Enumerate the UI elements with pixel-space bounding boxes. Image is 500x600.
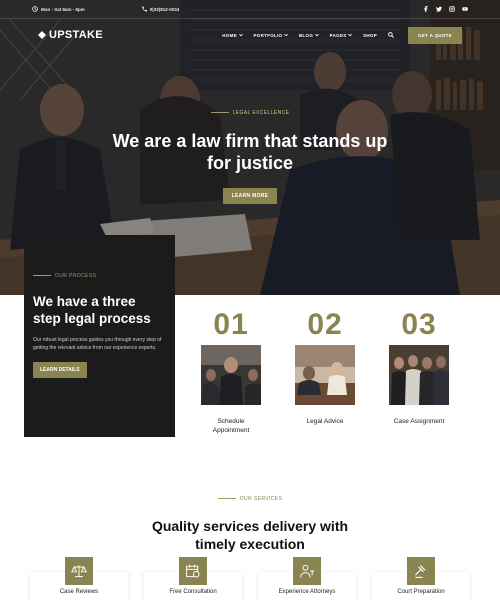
calendar-clock-icon: [179, 557, 207, 585]
service-label: Free Consultation: [169, 589, 217, 595]
hero-title: We are a law firm that stands up for jus…: [112, 131, 388, 173]
nav-item-home[interactable]: HOME: [222, 32, 243, 38]
hero-eyebrow-text: LEGAL EXCELLENCE: [232, 109, 290, 116]
nav-item-label: HOME: [222, 32, 237, 38]
services-eyebrow-text: OUR SERVICES: [239, 495, 283, 502]
nav-item-blog[interactable]: BLOG: [299, 33, 319, 38]
facebook-icon[interactable]: [423, 6, 429, 12]
step-number: 03: [401, 308, 437, 341]
process-title: We have a three step legal process: [33, 294, 151, 326]
service-card-experience-attorneys[interactable]: Experience Attorneys: [258, 557, 356, 600]
site-logo[interactable]: UPSTAKE: [38, 29, 103, 41]
instagram-icon[interactable]: [449, 6, 455, 12]
process-steps: 01 Schedule Appointment 02 Legal Advice …: [190, 310, 490, 440]
nav-item-portfolio[interactable]: PORTFOLIO: [254, 33, 288, 38]
step-number: 02: [307, 308, 343, 341]
logo-diamond-icon: [38, 31, 46, 39]
service-card-court-preparation[interactable]: Court Preparation: [372, 557, 470, 600]
step-3: 03 Case Assignment: [389, 310, 449, 426]
step-2: 02 Legal Advice: [295, 310, 355, 426]
nav-item-label: PORTFOLIO: [253, 32, 283, 38]
gavel-icon: [407, 557, 435, 585]
appointment-photo: [201, 345, 261, 405]
service-label: Case Reviews: [59, 589, 99, 595]
youtube-icon[interactable]: [462, 6, 468, 12]
nav-item-pages[interactable]: PAGES: [330, 33, 352, 38]
top-bar: Mon - Sat 8am - 6pm 0(33)812-0034: [0, 0, 500, 18]
phone-info[interactable]: 0(33)812-0034: [141, 6, 180, 12]
social-links: [423, 6, 468, 12]
hours-text: Mon - Sat 8am - 6pm: [41, 6, 85, 12]
step-label: Case Assignment: [393, 418, 445, 425]
hero-content: LEGAL EXCELLENCE We are a law firm that …: [0, 100, 500, 204]
services-title-text: Quality services delivery with timely ex…: [151, 518, 349, 552]
hours-info: Mon - Sat 8am - 6pm: [32, 6, 85, 12]
step-number: 01: [213, 308, 249, 341]
process-description: Our robust legal process guides you thro…: [33, 337, 162, 351]
chevron-down-icon: [348, 33, 352, 37]
chevron-down-icon: [238, 33, 243, 37]
eyebrow-line: [33, 275, 51, 276]
phone-text: 0(33)812-0034: [149, 6, 180, 12]
eyebrow-line: [210, 112, 229, 113]
chevron-down-icon: [284, 33, 288, 37]
scales-icon: [65, 557, 93, 585]
services-eyebrow: OUR SERVICES: [217, 495, 283, 502]
step-label: Legal Advice: [306, 418, 344, 425]
legal-advice-photo: [295, 345, 355, 405]
hero-eyebrow: LEGAL EXCELLENCE: [210, 109, 290, 116]
case-assignment-photo: [389, 345, 449, 405]
process-eyebrow-text: OUR PROCESS: [55, 272, 97, 279]
twitter-icon[interactable]: [436, 6, 442, 12]
process-card: OUR PROCESS We have a three step legal p…: [24, 235, 175, 437]
get-quote-button[interactable]: GET A QUOTE: [408, 26, 462, 44]
phone-icon: [141, 6, 147, 12]
step-label: Schedule Appointment: [212, 418, 250, 434]
hero-learn-more-button[interactable]: LEARN MORE: [222, 188, 278, 204]
learn-details-button[interactable]: LEARN DETAILS: [33, 362, 87, 378]
eyebrow-line: [217, 498, 236, 499]
nav-menu: HOME PORTFOLIO BLOG PAGES SHOP: [222, 32, 395, 38]
nav-item-label: PAGES: [329, 32, 347, 38]
chevron-down-icon: [314, 33, 319, 37]
service-label: Experience Attorneys: [278, 589, 336, 595]
clock-icon: [32, 6, 38, 12]
attorney-icon: [293, 557, 321, 585]
search-icon[interactable]: [388, 32, 395, 38]
services-header: OUR SERVICES Quality services delivery w…: [0, 486, 500, 553]
nav-item-label: SHOP: [363, 32, 378, 38]
topbar-divider: [0, 18, 500, 19]
services-title: Quality services delivery with timely ex…: [0, 517, 500, 553]
service-label: Court Preparation: [397, 589, 445, 595]
process-eyebrow: OUR PROCESS: [33, 273, 96, 279]
service-card-free-consultation[interactable]: Free Consultation: [144, 557, 242, 600]
service-card-case-reviews[interactable]: Case Reviews: [30, 557, 128, 600]
logo-text: UPSTAKE: [49, 29, 103, 41]
step-1: 01 Schedule Appointment: [201, 310, 261, 435]
nav-item-label: BLOG: [298, 32, 314, 38]
main-nav: UPSTAKE HOME PORTFOLIO BLOG PAGES SHOP G…: [0, 22, 500, 48]
nav-item-shop[interactable]: SHOP: [363, 33, 377, 38]
